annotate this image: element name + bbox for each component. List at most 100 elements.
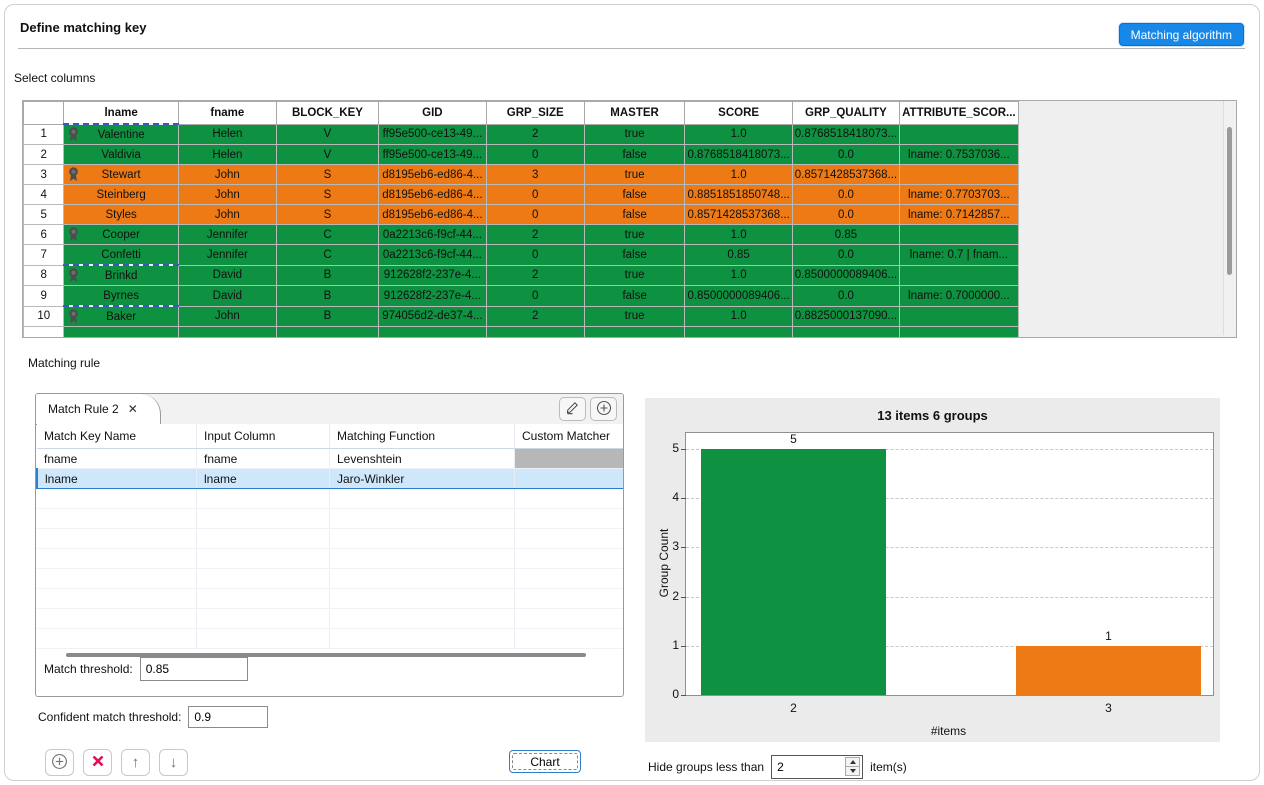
column-header[interactable] (24, 102, 64, 125)
data-cell: 0.8825000137090... (792, 306, 899, 327)
column-header[interactable]: ATTRIBUTE_SCOR... (900, 102, 1019, 125)
hide-groups-input[interactable] (772, 756, 848, 778)
column-header[interactable]: BLOCK_KEY (276, 102, 378, 125)
spinner-down-button[interactable] (845, 766, 860, 776)
column-header[interactable]: GID (379, 102, 487, 125)
table-row[interactable]: 5StylesJohnSd8195eb6-ed86-4...0false0.85… (24, 205, 1236, 225)
rule-cell: lname (197, 469, 330, 489)
data-cell: 3 (486, 165, 584, 185)
add-rule-tab-button[interactable] (590, 397, 617, 421)
column-header[interactable]: SCORE (685, 102, 792, 125)
empty-cell (197, 609, 330, 629)
row-filler (1018, 265, 1235, 286)
data-cell: David (178, 265, 276, 286)
rule-header-row: Match Key NameInput ColumnMatching Funct… (37, 424, 624, 449)
column-header[interactable]: Input Column (197, 424, 330, 449)
rule-cell: lname (37, 469, 197, 489)
table-row[interactable]: 8BrinkdDavidB912628f2-237e-4...2true1.00… (24, 265, 1236, 286)
confident-threshold-input[interactable] (188, 706, 268, 728)
data-cell: false (584, 205, 685, 225)
data-cell: Helen (178, 145, 276, 165)
empty-cell (197, 549, 330, 569)
data-cell (486, 327, 584, 339)
table-row[interactable]: 10BakerJohnB974056d2-de37-4...2true1.00.… (24, 306, 1236, 327)
data-cell: 0 (486, 205, 584, 225)
y-tick-label: 5 (659, 441, 679, 455)
triangle-up-icon (850, 760, 856, 764)
y-tick-label: 4 (659, 490, 679, 504)
data-cell: B (276, 306, 378, 327)
table-row[interactable]: 6CooperJenniferC0a2213c6-f9cf-44...2true… (24, 225, 1236, 245)
data-cell: 1.0 (685, 306, 792, 327)
spinner-up-button[interactable] (845, 757, 860, 766)
y-tick-mark (681, 547, 686, 548)
row-number: 3 (24, 165, 64, 185)
close-tab-icon[interactable]: ✕ (128, 402, 138, 416)
column-header[interactable]: GRP_SIZE (486, 102, 584, 125)
hide-groups-label: Hide groups less than (648, 760, 764, 774)
row-filler (1018, 145, 1235, 165)
empty-cell (515, 549, 625, 569)
data-cell: 2 (486, 124, 584, 145)
empty-cell (515, 569, 625, 589)
chart-button[interactable]: Chart (509, 750, 581, 773)
records-header-row: lnamefnameBLOCK_KEYGIDGRP_SIZEMASTERSCOR… (24, 102, 1236, 125)
column-header[interactable]: lname (64, 102, 178, 125)
empty-rule-row (37, 529, 624, 549)
lname-cell: Valdivia (64, 145, 178, 165)
empty-cell (330, 589, 515, 609)
rule-cell (515, 449, 625, 469)
table-row[interactable]: 7ConfettiJenniferC0a2213c6-f9cf-44...0fa… (24, 245, 1236, 266)
empty-rule-row (37, 609, 624, 629)
column-header[interactable]: fname (178, 102, 276, 125)
data-cell: true (584, 306, 685, 327)
data-cell: 0.0 (792, 205, 899, 225)
row-filler (1018, 185, 1235, 205)
column-header[interactable]: Match Key Name (37, 424, 197, 449)
matching-algorithm-button[interactable]: Matching algorithm (1119, 23, 1244, 46)
y-tick-mark (681, 449, 686, 450)
move-down-button[interactable]: ↓ (159, 749, 188, 776)
data-cell: 0a2213c6-f9cf-44... (379, 245, 487, 266)
data-cell: 0 (486, 145, 584, 165)
table-row[interactable]: 9ByrnesDavidB912628f2-237e-4...0false0.8… (24, 286, 1236, 307)
table-row[interactable]: 3StewartJohnSd8195eb6-ed86-4...3true1.00… (24, 165, 1236, 185)
data-cell: true (584, 265, 685, 286)
lname-cell: Stewart (64, 165, 178, 185)
data-cell: lname: 0.7703703... (900, 185, 1019, 205)
data-cell: d8195eb6-ed86-4... (379, 165, 487, 185)
match-rule-tab[interactable]: Match Rule 2 ✕ (36, 394, 161, 424)
data-cell (276, 327, 378, 339)
x-tick-label: 2 (774, 701, 814, 715)
bar-3 (1016, 646, 1201, 695)
column-header[interactable]: GRP_QUALITY (792, 102, 899, 125)
bar-value-label: 5 (774, 432, 814, 446)
match-rule-panel: Match Rule 2 ✕ (35, 393, 624, 697)
rule-cell: fname (37, 449, 197, 469)
data-cell: 0.85 (792, 225, 899, 245)
table-row[interactable]: 4SteinbergJohnSd8195eb6-ed86-4...0false0… (24, 185, 1236, 205)
column-header[interactable]: Custom Matcher (515, 424, 625, 449)
add-key-button[interactable] (45, 749, 74, 776)
column-header[interactable]: MASTER (584, 102, 685, 125)
rule-row[interactable]: fnamefnameLevenshteinN (37, 449, 624, 469)
edit-rule-button[interactable] (559, 397, 586, 421)
table-row[interactable]: 2ValdiviaHelenVff95e500-ce13-49...0false… (24, 145, 1236, 165)
column-header[interactable]: Matching Function (330, 424, 515, 449)
empty-cell (197, 569, 330, 589)
move-up-button[interactable]: ↑ (121, 749, 150, 776)
triangle-down-icon (850, 769, 856, 773)
row-number (24, 327, 64, 339)
page-title: Define matching key (20, 20, 146, 35)
records-vertical-scrollbar[interactable] (1223, 101, 1236, 335)
rule-row[interactable]: lnamelnameJaro-WinklerN (37, 469, 624, 489)
delete-key-button[interactable] (83, 749, 112, 776)
data-cell: true (584, 165, 685, 185)
table-row[interactable]: 1ValentineHelenVff95e500-ce13-49...2true… (24, 124, 1236, 145)
tab-label: Match Rule 2 (48, 402, 119, 416)
match-threshold-input[interactable] (140, 657, 248, 681)
data-cell: 0.8571428537368... (685, 205, 792, 225)
empty-rule-row (37, 589, 624, 609)
scrollbar-thumb[interactable] (1227, 127, 1232, 275)
master-ribbon-icon (67, 309, 80, 324)
